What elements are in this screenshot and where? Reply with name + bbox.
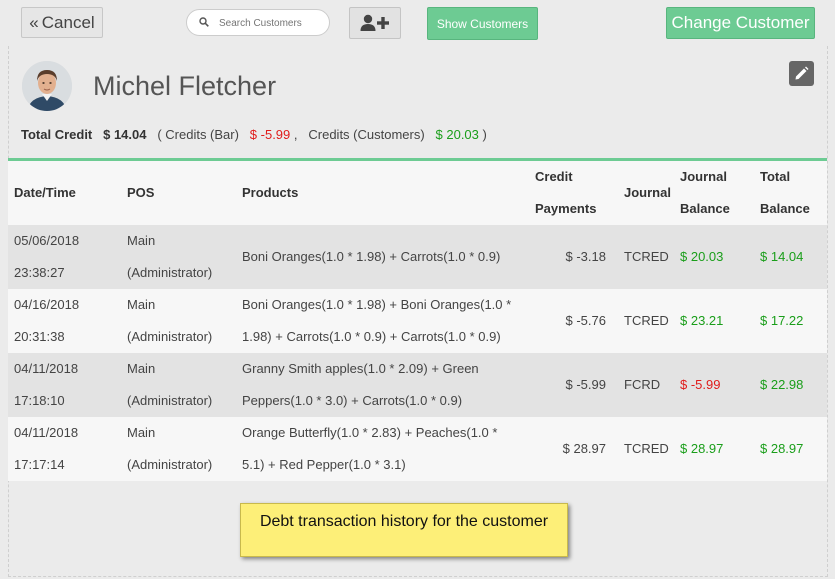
search-icon bbox=[199, 17, 209, 27]
cell-journal-balance: $ -5.99 bbox=[674, 353, 754, 417]
table-row[interactable]: 04/11/2018 17:18:10 Main (Administrator)… bbox=[8, 353, 827, 417]
cell-credit-payment: $ -5.76 bbox=[529, 289, 618, 353]
add-customer-button[interactable] bbox=[349, 7, 401, 39]
cell-journal: TCRED bbox=[618, 417, 674, 481]
header-datetime: Date/Time bbox=[8, 161, 121, 225]
header-credit-payments-line2: Payments bbox=[535, 201, 597, 216]
bar-credit-label: ( Credits (Bar) bbox=[157, 127, 239, 142]
annotation-note: Debt transaction history for the custome… bbox=[240, 503, 568, 557]
cell-pos: Main (Administrator) bbox=[121, 353, 236, 417]
table-row[interactable]: 05/06/2018 23:38:27 Main (Administrator)… bbox=[8, 225, 827, 289]
edit-customer-button[interactable] bbox=[789, 61, 814, 86]
cell-journal: TCRED bbox=[618, 225, 674, 289]
cell-pos-name: Main bbox=[127, 233, 156, 248]
cell-pos-name: Main bbox=[127, 297, 156, 312]
cell-date: 05/06/2018 bbox=[14, 233, 80, 248]
cell-datetime: 04/11/2018 17:17:14 bbox=[8, 417, 121, 481]
show-customers-label: Show Customers bbox=[436, 16, 529, 31]
header-pos: POS bbox=[121, 161, 236, 225]
cell-products: Boni Oranges(1.0 * 1.98) + Boni Oranges(… bbox=[236, 289, 529, 353]
cell-pos: Main (Administrator) bbox=[121, 417, 236, 481]
cell-journal: TCRED bbox=[618, 289, 674, 353]
cell-pos-user: (Administrator) bbox=[127, 329, 213, 344]
header-journal-balance: Journal Balance bbox=[674, 161, 754, 225]
double-chevron-left-icon: « bbox=[29, 12, 39, 32]
table-header-row: Date/Time POS Products Credit Payments J… bbox=[8, 161, 827, 225]
cell-time: 23:38:27 bbox=[14, 265, 65, 280]
cell-journal: FCRD bbox=[618, 353, 674, 417]
cell-datetime: 05/06/2018 23:38:27 bbox=[8, 225, 121, 289]
credit-separator: , bbox=[293, 127, 298, 142]
transaction-table: Date/Time POS Products Credit Payments J… bbox=[8, 161, 827, 481]
transaction-table-wrap: Date/Time POS Products Credit Payments J… bbox=[8, 158, 827, 481]
cell-journal-balance: $ 20.03 bbox=[674, 225, 754, 289]
cell-credit-payment: $ -5.99 bbox=[529, 353, 618, 417]
cell-time: 17:17:14 bbox=[14, 457, 65, 472]
customers-credit-label: Credits (Customers) bbox=[308, 127, 425, 142]
credit-summary: Total Credit $ 14.04 ( Credits (Bar) $ -… bbox=[21, 127, 487, 142]
cell-total-balance: $ 17.22 bbox=[754, 289, 827, 353]
header-total-balance-line1: Total bbox=[760, 169, 791, 184]
cell-products: Orange Butterfly(1.0 * 2.83) + Peaches(1… bbox=[236, 417, 529, 481]
customer-avatar bbox=[22, 61, 72, 111]
search-input[interactable] bbox=[217, 13, 327, 34]
cell-date: 04/16/2018 bbox=[14, 297, 80, 312]
toolbar: « Cancel Show Customers Change Customer bbox=[0, 0, 835, 46]
cell-pos: Main (Administrator) bbox=[121, 289, 236, 353]
total-credit-label: Total Credit bbox=[21, 127, 93, 142]
cell-pos-name: Main bbox=[127, 361, 156, 376]
cell-products: Boni Oranges(1.0 * 1.98) + Carrots(1.0 *… bbox=[236, 225, 529, 289]
credit-close-paren: ) bbox=[482, 127, 487, 142]
cell-credit-payment: $ -3.18 bbox=[529, 225, 618, 289]
header-journal-balance-line1: Journal bbox=[680, 169, 727, 184]
customers-credit-value: $ 20.03 bbox=[435, 127, 479, 142]
cell-date: 04/11/2018 bbox=[14, 425, 79, 440]
show-customers-button[interactable]: Show Customers bbox=[427, 7, 538, 40]
header-journal: Journal bbox=[618, 161, 674, 225]
cell-products: Granny Smith apples(1.0 * 2.09) + Green … bbox=[236, 353, 529, 417]
cell-total-balance: $ 14.04 bbox=[754, 225, 827, 289]
cell-pos-user: (Administrator) bbox=[127, 393, 213, 408]
header-journal-balance-line2: Balance bbox=[680, 201, 730, 216]
pencil-icon bbox=[795, 66, 809, 80]
user-plus-icon bbox=[360, 14, 389, 31]
header-total-balance: Total Balance bbox=[754, 161, 827, 225]
cell-pos-name: Main bbox=[127, 425, 156, 440]
table-row[interactable]: 04/11/2018 17:17:14 Main (Administrator)… bbox=[8, 417, 827, 481]
total-credit-value: $ 14.04 bbox=[103, 127, 147, 142]
cell-datetime: 04/11/2018 17:18:10 bbox=[8, 353, 121, 417]
bar-credit-value: $ -5.99 bbox=[249, 127, 291, 142]
cell-journal-balance: $ 28.97 bbox=[674, 417, 754, 481]
cancel-label: Cancel bbox=[41, 12, 95, 32]
cell-pos: Main (Administrator) bbox=[121, 225, 236, 289]
cell-time: 17:18:10 bbox=[14, 393, 65, 408]
header-credit-payments-line1: Credit bbox=[535, 169, 573, 184]
table-row[interactable]: 04/16/2018 20:31:38 Main (Administrator)… bbox=[8, 289, 827, 353]
cell-journal-balance: $ 23.21 bbox=[674, 289, 754, 353]
header-products: Products bbox=[236, 161, 529, 225]
cell-total-balance: $ 22.98 bbox=[754, 353, 827, 417]
cell-datetime: 04/16/2018 20:31:38 bbox=[8, 289, 121, 353]
change-customer-label: Change Customer bbox=[671, 13, 810, 32]
header-total-balance-line2: Balance bbox=[760, 201, 810, 216]
change-customer-button[interactable]: Change Customer bbox=[666, 7, 815, 39]
header-credit-payments: Credit Payments bbox=[529, 161, 618, 225]
cell-total-balance: $ 28.97 bbox=[754, 417, 827, 481]
cell-pos-user: (Administrator) bbox=[127, 265, 213, 280]
cell-credit-payment: $ 28.97 bbox=[529, 417, 618, 481]
customer-name: Michel Fletcher bbox=[93, 71, 277, 101]
cell-pos-user: (Administrator) bbox=[127, 457, 213, 472]
cell-date: 04/11/2018 bbox=[14, 361, 79, 376]
cancel-button[interactable]: « Cancel bbox=[21, 7, 103, 38]
search-box[interactable] bbox=[186, 9, 330, 36]
cell-time: 20:31:38 bbox=[14, 329, 65, 344]
